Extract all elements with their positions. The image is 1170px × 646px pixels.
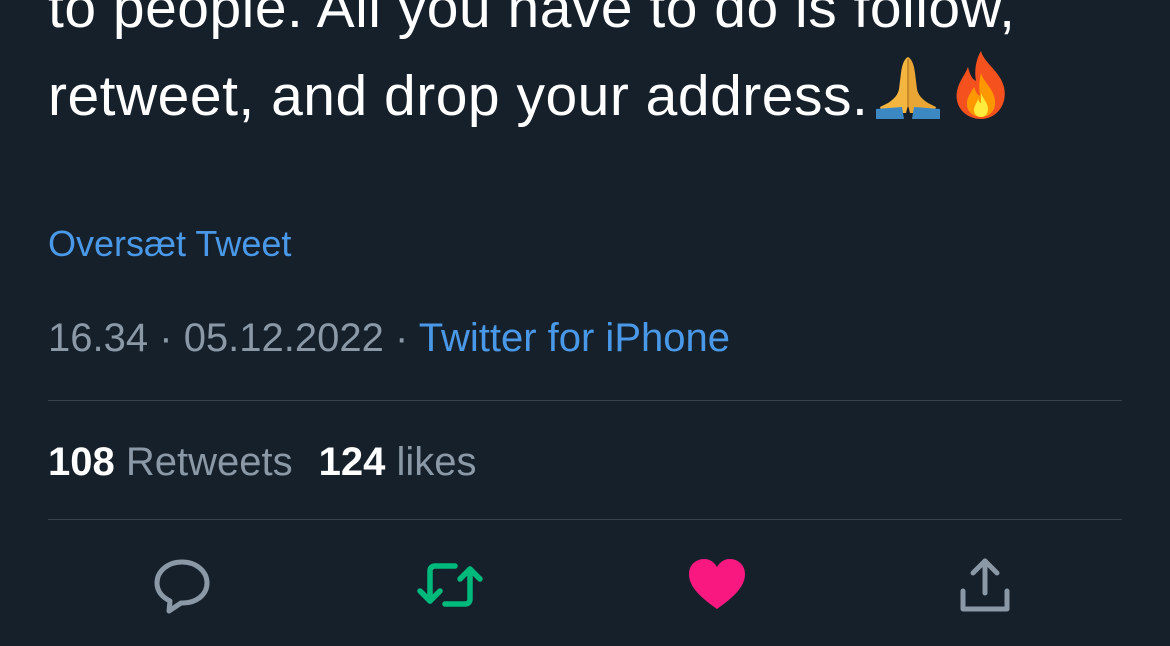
tweet-date: 05.12.2022	[183, 316, 384, 360]
likes-stat[interactable]: 124 likes	[319, 440, 477, 484]
retweets-count: 108	[48, 440, 115, 484]
retweets-stat[interactable]: 108 Retweets	[48, 440, 293, 484]
meta-separator: ·	[395, 316, 409, 360]
tweet-text-line-1: to people. All you have to do is follow,	[48, 0, 1016, 40]
likes-count: 124	[318, 440, 386, 484]
folded-hands-emoji-icon	[872, 49, 944, 143]
tweet-meta: 16.34 · 05.12.2022 · Twitter for iPhone	[48, 314, 730, 362]
translate-tweet-link[interactable]: Oversæt Tweet	[48, 222, 291, 266]
reply-button[interactable]	[147, 552, 217, 622]
reply-icon	[152, 555, 212, 620]
retweet-icon	[415, 555, 485, 620]
heart-icon	[687, 557, 747, 618]
retweets-label: Retweets	[125, 440, 293, 484]
tweet-text-line-2-text: retweet, and drop your address.	[48, 64, 869, 128]
tweet-text: to people. All you have to do is follow,…	[48, 0, 1138, 143]
tweet-stats: 108 Retweets 124 likes	[48, 438, 477, 486]
like-button[interactable]	[682, 552, 752, 622]
retweet-button[interactable]	[415, 552, 485, 622]
divider-top	[48, 400, 1122, 401]
likes-label: likes	[396, 440, 477, 484]
fire-emoji-icon	[948, 49, 1014, 143]
tweet-actions-bar	[0, 552, 1170, 622]
meta-separator: ·	[159, 316, 173, 360]
tweet-source-link[interactable]: Twitter for iPhone	[419, 316, 730, 360]
share-button[interactable]	[950, 552, 1020, 622]
tweet-text-line-2: retweet, and drop your address.	[48, 49, 1138, 143]
share-icon	[955, 555, 1015, 620]
divider-bottom	[48, 519, 1122, 520]
tweet-time: 16.34	[48, 316, 149, 360]
